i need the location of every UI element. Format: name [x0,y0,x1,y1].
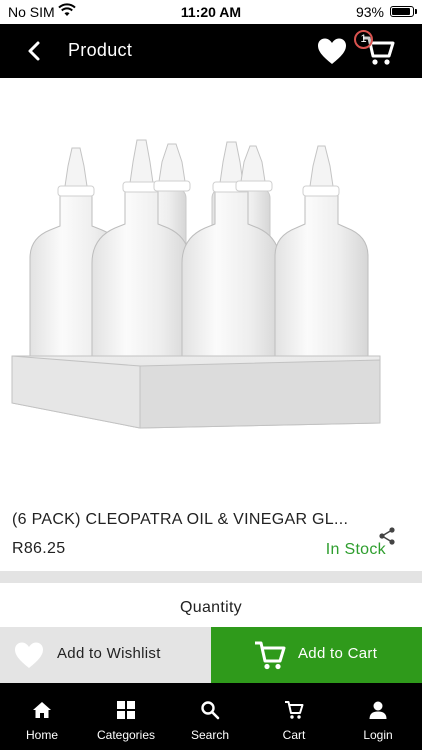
nav-login[interactable]: Login [336,683,420,750]
action-bar: Add to Wishlist Add to Cart [0,627,422,683]
status-bar: No SIM 11:20 AM 93% [0,0,422,24]
product-image [0,78,422,503]
section-divider [0,571,422,583]
add-to-wishlist-button[interactable]: Add to Wishlist [0,627,211,683]
app-header: Product 1 [0,24,422,78]
nav-home-label: Home [25,728,58,742]
product-info: (6 PACK) CLEOPATRA OIL & VINEGAR GL... R… [0,503,422,571]
nav-categories[interactable]: Categories [84,683,168,750]
nav-search[interactable]: Search [168,683,252,750]
cart-icon [255,641,286,670]
battery-icon [390,6,417,17]
nav-cart-label: Cart [282,728,306,742]
nav-login-label: Login [363,728,393,742]
search-icon [201,701,220,720]
cart-icon [285,701,304,719]
nav-cart[interactable]: Cart [252,683,336,750]
add-to-cart-button[interactable]: Add to Cart [211,627,422,683]
heart-icon[interactable] [316,36,348,66]
add-to-cart-label: Add to Cart [298,645,378,662]
cart-count-badge: 1 [354,30,373,49]
battery-percentage: 93% [355,4,384,20]
product-price: R86.25 [12,540,66,557]
heart-icon [15,642,43,668]
bottom-nav: Home Categories Search Cart Login [0,683,422,750]
quantity-label: Quantity [180,599,242,616]
share-icon[interactable] [377,526,397,546]
product-name: (6 PACK) CLEOPATRA OIL & VINEGAR GL... [12,511,349,528]
user-icon [369,701,387,719]
nav-categories-label: Categories [96,728,156,742]
grid-icon [117,701,135,719]
oil-vinegar-bottles-image [11,139,381,429]
back-arrow-icon[interactable] [20,37,48,65]
add-to-wishlist-label: Add to Wishlist [57,645,161,662]
page-title: Product [68,40,133,60]
nav-search-label: Search [190,728,230,742]
nav-home[interactable]: Home [0,683,84,750]
home-icon [33,702,51,718]
